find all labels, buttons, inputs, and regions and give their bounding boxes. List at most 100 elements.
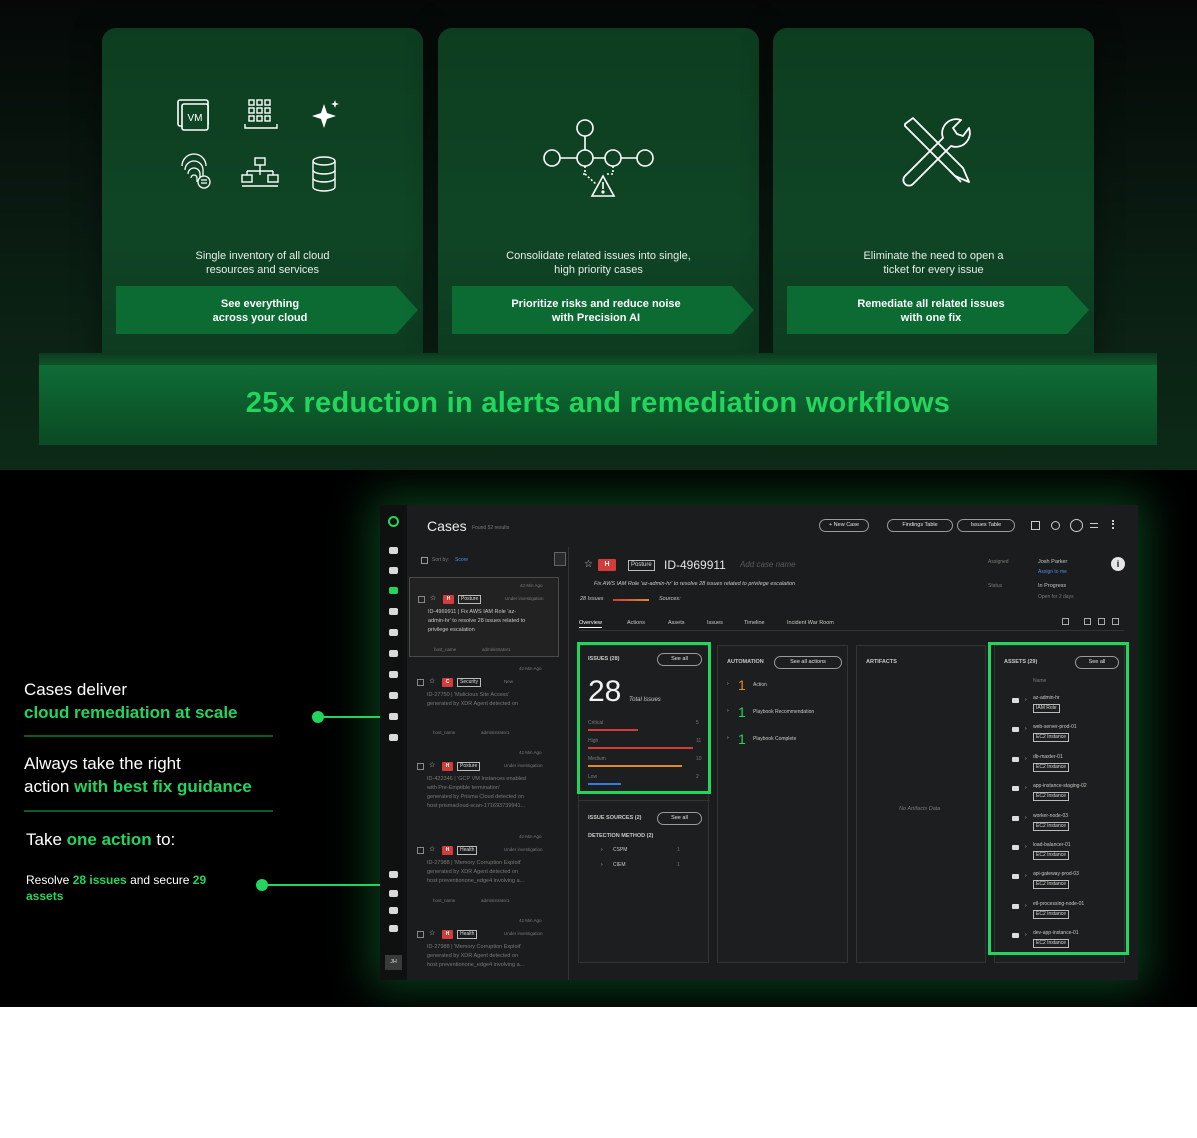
star-icon[interactable]: ☆ [429, 929, 435, 937]
menu-icon[interactable] [1090, 523, 1098, 528]
banner-line: Remediate all related issues [857, 298, 1005, 310]
vm-icon-label: VM [188, 113, 203, 124]
banner-line: See everything [220, 298, 300, 310]
see-all-actions-button[interactable]: See all actions [774, 656, 842, 669]
dashboard-icon[interactable] [389, 567, 398, 574]
expand-chevron-icon[interactable]: › [727, 681, 729, 687]
expand-chevron-icon[interactable]: › [727, 735, 729, 741]
card-description-line: high priority cases [554, 264, 643, 276]
layout-icon[interactable] [1062, 618, 1069, 625]
users-icon[interactable] [389, 671, 398, 678]
card-banner: See everything across your cloud [116, 286, 418, 334]
findings-table-button[interactable]: Findings Table [887, 519, 953, 532]
tools-rail-icon[interactable] [389, 734, 398, 741]
case-checkbox[interactable] [417, 763, 424, 770]
automation-count: 1 [738, 677, 746, 693]
tab-assets[interactable]: Assets [668, 620, 685, 626]
card-prioritize: Consolidate related issues into single, … [438, 28, 759, 368]
star-icon[interactable] [389, 547, 398, 554]
panel-divider [579, 800, 710, 801]
issues-count: 28 Issues [580, 596, 604, 602]
database-icon [312, 156, 336, 192]
eye-icon[interactable] [389, 608, 398, 615]
status-label: Status [988, 583, 1003, 589]
select-all-checkbox[interactable] [421, 557, 428, 564]
inventory-icon[interactable] [389, 650, 398, 657]
grid-rail-icon[interactable] [389, 890, 398, 897]
severity-badge: C [442, 678, 453, 687]
banner-line: across your cloud [212, 312, 308, 324]
callout-text: action [24, 777, 75, 796]
callout-highlight: 28 issues [72, 873, 127, 887]
card-remediate: Eliminate the need to open a ticket for … [773, 28, 1094, 368]
share-icon[interactable] [1112, 618, 1119, 625]
artifacts-empty: No Artifacts Data [899, 806, 941, 812]
callout-text: and secure [126, 873, 193, 887]
assign-to-me-link[interactable]: Assign to me [1038, 569, 1067, 575]
case-time: 42 Min Ago [520, 583, 543, 588]
tab-timeline[interactable]: Timeline [744, 620, 765, 626]
case-line: host preventionone_edge4 involving a... [427, 962, 525, 968]
tab-incident-war-room[interactable]: Incident War Room [787, 620, 834, 626]
case-list-item[interactable]: ☆ H Health 42 Min Ago Under investigation ID-… [409, 829, 559, 909]
star-icon[interactable]: ☆ [429, 677, 435, 685]
tab-issues[interactable]: Issues [707, 620, 723, 626]
automation-label: Playbook Recommendation [753, 709, 815, 715]
case-list-item[interactable]: ☆ H Posture 42 Min Ago Under investigation ID… [409, 577, 559, 657]
case-list-item[interactable]: ☆ C Security 42 Min Ago New ID-27750 | 'Malic… [409, 661, 559, 741]
card-description: Consolidate related issues into single, … [458, 249, 739, 277]
star-icon[interactable]: ☆ [430, 594, 436, 602]
case-checkbox[interactable] [417, 931, 424, 938]
settings-toolbar-icon[interactable] [1051, 521, 1060, 530]
filter-icon[interactable] [1070, 519, 1083, 532]
callout-text: to: [151, 830, 176, 849]
case-list-item[interactable]: ☆ H Posture 42 Min Ago Under investigation ID… [409, 745, 559, 825]
grid-icon [244, 99, 278, 129]
issues-table-button[interactable]: Issues Table [957, 519, 1015, 532]
favorite-star-icon[interactable]: ☆ [584, 559, 593, 570]
case-host: host_name [433, 898, 456, 903]
callout-line: Always take the right [24, 754, 181, 773]
severity-badge: H [442, 930, 453, 939]
settings-icon[interactable] [389, 692, 398, 699]
headline: 25x reduction in alerts and remediation … [245, 387, 951, 419]
avatar[interactable]: JH [385, 955, 402, 970]
tab-actions[interactable]: Actions [627, 620, 645, 626]
category-tag: Health [457, 846, 478, 855]
case-checkbox[interactable] [417, 847, 424, 854]
star-icon[interactable]: ☆ [429, 845, 435, 853]
case-status: Under investigation [504, 847, 543, 852]
more-icon[interactable] [1112, 520, 1114, 529]
case-time: 42 Min Ago [519, 750, 542, 755]
sort-value[interactable]: Score [455, 557, 468, 563]
sparkle-icon [312, 100, 339, 128]
expand-chevron-icon[interactable]: › [601, 862, 603, 868]
grid-view-icon[interactable] [1084, 618, 1091, 625]
card-description-line: Single inventory of all cloud [195, 250, 330, 262]
help-icon[interactable] [389, 925, 398, 932]
case-checkbox[interactable] [418, 596, 425, 603]
toolbar-icon[interactable] [1031, 521, 1040, 530]
reports-icon[interactable] [389, 713, 398, 720]
globe-icon[interactable] [389, 629, 398, 636]
collapse-icon[interactable] [554, 552, 566, 566]
bell-icon[interactable] [389, 907, 398, 914]
export-icon[interactable] [1098, 618, 1105, 625]
see-all-sources-button[interactable]: See all [657, 812, 702, 825]
gear-icon[interactable] [389, 871, 398, 878]
cases-icon[interactable] [389, 587, 398, 594]
callout-text: Take [26, 830, 67, 849]
tab-overview[interactable]: Overview [579, 620, 602, 628]
star-icon[interactable]: ☆ [429, 761, 435, 769]
new-case-button[interactable]: + New Case [819, 519, 869, 532]
info-icon[interactable]: i [1111, 557, 1125, 571]
results-count: Found 52 results [472, 525, 510, 531]
case-line: ID-422346 | 'GCP VM Instances enabled [427, 776, 526, 782]
case-name-input[interactable]: Add case name [740, 560, 796, 569]
case-checkbox[interactable] [417, 679, 424, 686]
expand-chevron-icon[interactable]: › [601, 847, 603, 853]
assigned-value[interactable]: Josh Parker [1038, 559, 1067, 565]
case-list-item[interactable]: ☆ H Health 42 Min Ago Under investigation ID-… [409, 913, 559, 980]
status-select[interactable]: In Progress [1038, 583, 1066, 589]
expand-chevron-icon[interactable]: › [727, 708, 729, 714]
